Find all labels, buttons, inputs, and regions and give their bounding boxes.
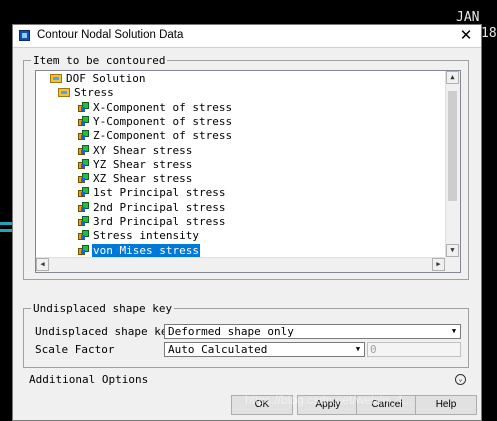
tree-vertical-scrollbar[interactable]: ▲ ▼ — [445, 71, 460, 257]
result-item-icon — [78, 101, 89, 113]
close-icon[interactable]: ✕ — [457, 27, 475, 45]
help-button[interactable]: Help — [415, 395, 477, 415]
shape-key-label: Undisplaced shape key — [35, 325, 175, 338]
result-item-icon — [78, 158, 89, 170]
folder-icon — [50, 74, 62, 83]
shape-key-value: Deformed shape only — [168, 325, 294, 338]
scale-factor-select[interactable]: Auto Calculated ▼ — [164, 342, 365, 357]
result-item-icon — [78, 130, 89, 141]
tree-item[interactable]: 1st Principal stress — [78, 186, 226, 200]
tree-item[interactable]: XY Shear stress — [78, 144, 193, 158]
tree-item[interactable]: Stress — [58, 86, 115, 100]
result-item-icon — [78, 187, 89, 198]
tree-item-label: Stress intensity — [93, 229, 199, 243]
tree-horizontal-scrollbar[interactable]: ◀ ▶ — [36, 257, 445, 272]
scroll-up-icon[interactable]: ▲ — [446, 71, 459, 84]
title-bar[interactable]: Contour Nodal Solution Data ✕ — [13, 25, 481, 48]
tree-item-label: X-Component of stress — [93, 100, 233, 114]
tree-item[interactable]: DOF Solution — [50, 72, 146, 86]
shape-group-label: Undisplaced shape key — [31, 302, 175, 315]
additional-options-label: Additional Options — [29, 373, 149, 386]
ok-button[interactable]: OK — [231, 395, 293, 415]
scroll-thumb[interactable] — [448, 91, 457, 201]
tree-item-label: 1st Principal stress — [93, 186, 226, 200]
result-item-icon — [78, 230, 89, 241]
tree-item-label: 2nd Principal stress — [93, 200, 226, 214]
app-icon — [19, 30, 30, 41]
tree-item-label: DOF Solution — [66, 72, 146, 85]
contour-nodal-dialog: Contour Nodal Solution Data ✕ Item to be… — [12, 24, 482, 421]
scroll-corner — [445, 257, 460, 272]
tree-item[interactable]: X-Component of stress — [78, 101, 233, 115]
tree-item-label: Y-Component of stress — [93, 114, 233, 128]
tree-item[interactable]: von Mises stress — [78, 243, 200, 258]
window-title: Contour Nodal Solution Data — [37, 29, 184, 41]
cancel-button[interactable]: Cancel — [356, 395, 418, 415]
tree-item[interactable]: 2nd Principal stress — [78, 201, 226, 215]
shape-key-select[interactable]: Deformed shape only ▼ — [164, 324, 461, 339]
tree-item-label: von Mises stress — [92, 243, 200, 258]
tree-item-label: XY Shear stress — [93, 143, 193, 157]
tree-item-label: Z-Component of stress — [93, 129, 233, 143]
scroll-right-icon[interactable]: ▶ — [432, 258, 445, 271]
additional-options-expander[interactable]: Additional Options ⌄ — [23, 373, 469, 387]
tree-item[interactable]: Z-Component of stress — [78, 129, 233, 143]
item-group-label: Item to be contoured — [31, 54, 168, 67]
scale-factor-value: Auto Calculated — [168, 343, 268, 356]
background-date-number: 18 — [481, 26, 497, 41]
result-item-icon — [78, 201, 89, 213]
background-date-text: JAN — [456, 10, 480, 25]
tree-item-label: XZ Shear stress — [93, 172, 193, 186]
tree-item[interactable]: Stress intensity — [78, 229, 200, 243]
result-item-icon — [78, 244, 89, 256]
scale-factor-label: Scale Factor — [35, 343, 115, 356]
scroll-left-icon[interactable]: ◀ — [36, 258, 49, 271]
tree-item-label: Stress — [74, 86, 114, 100]
tree-item-label: 3rd Principal stress — [93, 215, 226, 228]
tree-item-label: YZ Shear stress — [93, 157, 193, 171]
result-item-icon — [78, 216, 89, 227]
dropdown-arrow-icon[interactable]: ▼ — [353, 344, 363, 355]
tree-item[interactable]: YZ Shear stress — [78, 158, 193, 172]
scroll-down-icon[interactable]: ▼ — [446, 244, 459, 257]
result-item-icon — [78, 173, 89, 184]
folder-icon — [58, 88, 70, 98]
result-item-icon — [78, 115, 89, 127]
scale-factor-input[interactable]: 0 — [367, 342, 461, 357]
dropdown-arrow-icon[interactable]: ▼ — [449, 326, 459, 337]
tree-item[interactable]: Y-Component of stress — [78, 115, 233, 129]
tree-item[interactable]: XZ Shear stress — [78, 172, 193, 186]
chevron-down-icon[interactable]: ⌄ — [455, 374, 466, 385]
apply-button[interactable]: Apply — [297, 395, 359, 415]
tree-item[interactable]: 3rd Principal stress — [78, 215, 226, 229]
item-tree[interactable]: DOF Solution Stress X-Component of stress Y… — [35, 70, 461, 273]
result-item-icon — [78, 144, 89, 156]
